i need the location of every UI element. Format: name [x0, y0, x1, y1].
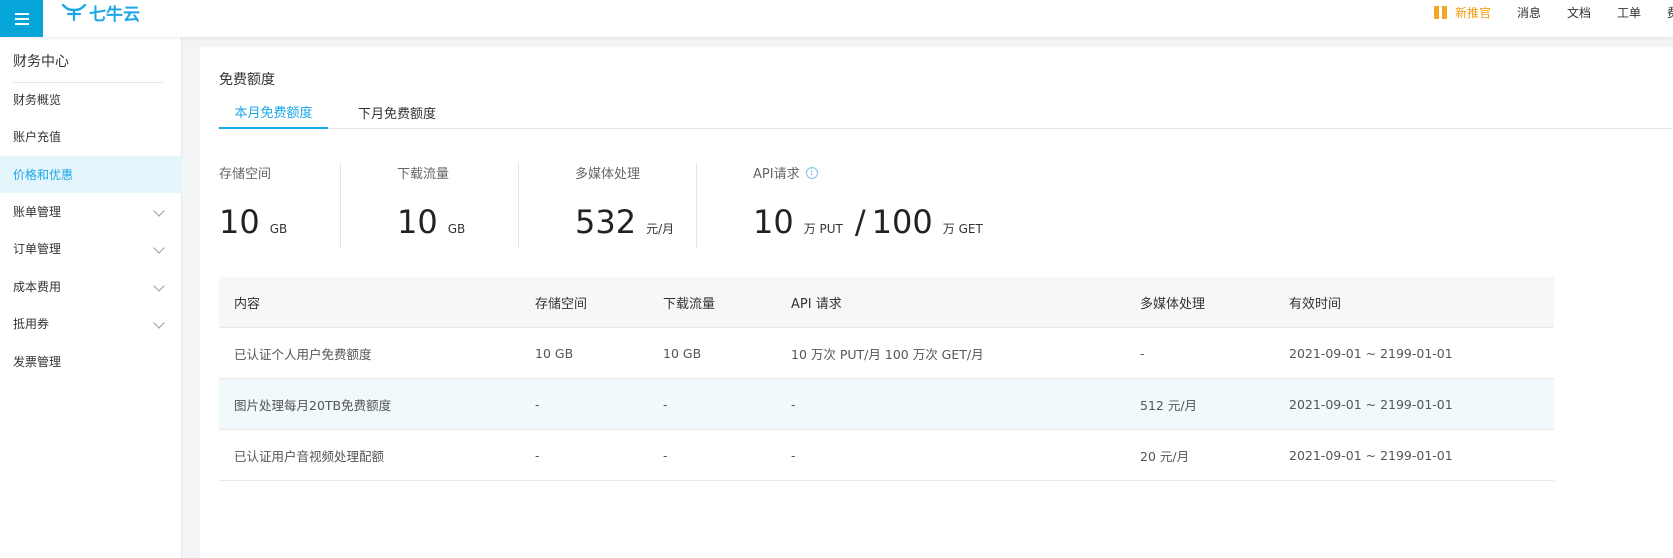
table-cell: -	[663, 396, 668, 412]
sidebar-item-label: 成本费用	[13, 280, 62, 294]
stat-label: 存储空间	[219, 167, 272, 182]
table-cell: 2021-09-01 ~ 2199-01-01	[1289, 396, 1453, 412]
stat-media: 多媒体处理 532 元/月	[575, 163, 674, 249]
table-cell: 10 GB	[663, 345, 702, 361]
stat-value: 10 GB	[219, 203, 287, 241]
column-header: 存储空间	[535, 296, 588, 312]
column-header: API 请求	[791, 296, 842, 312]
stat-value: 10 GB	[397, 203, 465, 241]
table-cell: 10 GB	[535, 345, 574, 361]
table-cell: 10 万次 PUT/月 100 万次 GET/月	[791, 346, 984, 362]
menu-button[interactable]	[0, 0, 43, 37]
main-panel: 免费额度 本月免费额度 下月免费额度 存储空间 10 GB 下载流量 10 GB…	[200, 47, 1673, 558]
table-cell: 已认证用户音视频处理配额	[234, 448, 385, 464]
stat-label: API请求 i	[753, 163, 818, 182]
page-title: 免费额度	[219, 72, 275, 88]
chevron-down-icon	[153, 242, 165, 254]
stat-number: 532	[575, 203, 637, 241]
stat-unit: GB	[447, 222, 466, 236]
table-cell: 512 元/月	[1140, 397, 1198, 413]
tab-this-month[interactable]: 本月免费额度	[219, 95, 328, 129]
sidebar-item-label: 账单管理	[13, 205, 62, 219]
info-icon[interactable]: i	[805, 166, 818, 179]
divider	[340, 163, 341, 249]
table-row: 图片处理每月20TB免费额度 - - - 512 元/月 2021-09-01 …	[219, 379, 1554, 430]
stat-download: 下载流量 10 GB	[397, 163, 465, 249]
stat-number: 10	[219, 203, 260, 241]
sidebar-item-bills[interactable]: 账单管理	[0, 193, 182, 230]
qiniu-logo-icon	[61, 3, 87, 22]
column-header: 下载流量	[663, 296, 716, 312]
stat-value: 532 元/月	[575, 203, 674, 241]
chevron-down-icon	[153, 280, 165, 292]
sidebar-title: 财务中心	[13, 54, 69, 70]
top-header: 七牛云 新推官 消息 文档 工单 费	[0, 0, 1673, 37]
nav-promo[interactable]: 新推官	[1433, 4, 1491, 21]
sidebar-item-label: 抵用券	[13, 317, 50, 331]
table-row: 已认证用户音视频处理配额 - - - 20 元/月 2021-09-01 ~ 2…	[219, 430, 1554, 481]
stat-label: 多媒体处理	[575, 167, 641, 182]
tab-next-month[interactable]: 下月免费额度	[358, 95, 436, 129]
table-cell: -	[1140, 345, 1145, 361]
top-nav: 新推官 消息 文档 工单 费	[1433, 4, 1673, 21]
stat-unit-put: 万 PUT	[803, 222, 843, 236]
logo-text: 七牛云	[89, 4, 140, 25]
stat-value: 10 万 PUT / 100 万 GET	[753, 203, 983, 241]
sidebar-item-pricing[interactable]: 价格和优惠	[0, 156, 182, 193]
stat-unit-get: 万 GET	[942, 222, 983, 236]
quota-summary: 存储空间 10 GB 下载流量 10 GB 多媒体处理 532 元/月 API请…	[219, 163, 1119, 249]
nav-billing[interactable]: 费	[1667, 4, 1673, 21]
sidebar-item-orders[interactable]: 订单管理	[0, 230, 182, 267]
nav-messages[interactable]: 消息	[1517, 4, 1541, 21]
logo[interactable]: 七牛云	[61, 0, 140, 25]
stat-number: 10	[397, 203, 438, 241]
table-cell: -	[663, 447, 668, 463]
chevron-down-icon	[153, 205, 165, 217]
table-cell: 图片处理每月20TB免费额度	[234, 397, 392, 413]
chevron-down-icon	[153, 317, 165, 329]
table-row: 已认证个人用户免费额度 10 GB 10 GB 10 万次 PUT/月 100 …	[219, 328, 1554, 379]
quota-table: 内容 存储空间 下载流量 API 请求 多媒体处理 有效时间 已认证个人用户免费…	[219, 277, 1554, 481]
sidebar-item-label: 发票管理	[13, 355, 62, 369]
table-cell: 2021-09-01 ~ 2199-01-01	[1289, 345, 1453, 361]
hamburger-icon	[14, 17, 29, 20]
table-cell: -	[791, 396, 796, 412]
stat-unit: GB	[269, 222, 288, 236]
column-header: 有效时间	[1289, 296, 1342, 312]
table-cell: 2021-09-01 ~ 2199-01-01	[1289, 447, 1453, 463]
table-cell: -	[791, 447, 796, 463]
stat-separator: /	[854, 203, 866, 241]
column-header: 内容	[234, 296, 261, 312]
gift-icon	[1433, 6, 1447, 19]
table-cell: 20 元/月	[1140, 448, 1190, 464]
nav-docs[interactable]: 文档	[1567, 4, 1591, 21]
stat-label: 下载流量	[397, 167, 450, 182]
sidebar-item-overview[interactable]: 财务概览	[0, 81, 182, 118]
stat-number-get: 100	[871, 203, 933, 241]
sidebar-item-label: 订单管理	[13, 242, 62, 256]
stat-number-put: 10	[753, 203, 794, 241]
nav-tickets[interactable]: 工单	[1617, 4, 1641, 21]
sidebar-item-costs[interactable]: 成本费用	[0, 268, 182, 305]
sidebar-item-recharge[interactable]: 账户充值	[0, 118, 182, 155]
column-header: 多媒体处理	[1140, 296, 1206, 312]
table-cell: -	[535, 447, 540, 463]
stat-api: API请求 i 10 万 PUT / 100 万 GET	[753, 163, 983, 249]
table-cell: 已认证个人用户免费额度	[234, 346, 372, 362]
stat-storage: 存储空间 10 GB	[219, 163, 287, 249]
stat-label-text: API请求	[753, 167, 800, 182]
table-header: 内容 存储空间 下载流量 API 请求 多媒体处理 有效时间	[219, 277, 1554, 328]
divider	[518, 163, 519, 249]
sidebar-item-label: 价格和优惠	[13, 168, 74, 182]
nav-promo-label: 新推官	[1454, 6, 1491, 20]
tab-bar: 本月免费额度 下月免费额度	[219, 95, 1673, 129]
table-cell: -	[535, 396, 540, 412]
sidebar-item-label: 账户充值	[13, 130, 62, 144]
sidebar-item-vouchers[interactable]: 抵用券	[0, 305, 182, 342]
sidebar-item-label: 财务概览	[13, 93, 62, 107]
stat-unit: 元/月	[646, 222, 675, 236]
sidebar: 财务中心 财务概览 账户充值 价格和优惠 账单管理 订单管理 成本费用 抵用券 …	[0, 37, 182, 558]
divider	[696, 163, 697, 249]
sidebar-item-invoices[interactable]: 发票管理	[0, 343, 182, 380]
